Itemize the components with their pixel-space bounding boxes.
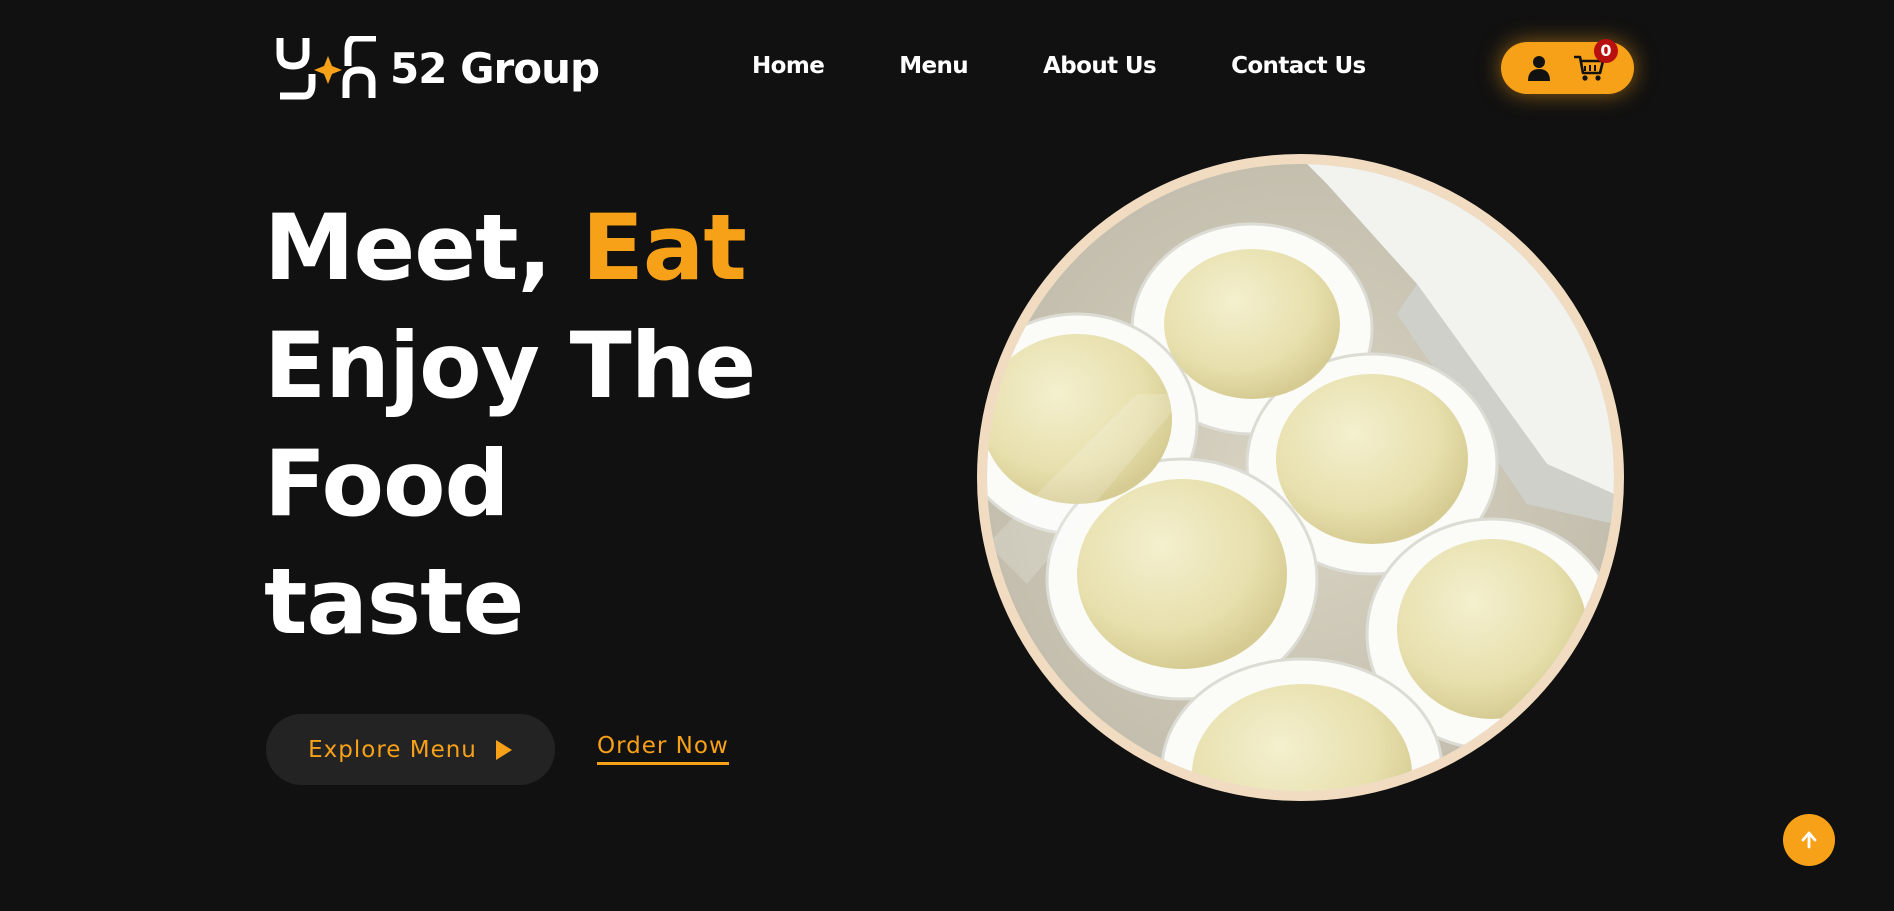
main-nav: Home Menu About Us Contact Us	[752, 53, 1366, 79]
logo[interactable]: 52 Group	[276, 36, 600, 100]
header-actions: 0	[1501, 39, 1634, 94]
play-icon	[495, 739, 512, 760]
hero-line-4: taste	[264, 550, 524, 655]
logo-mark-icon	[276, 36, 376, 100]
order-now-link[interactable]: Order Now	[597, 733, 729, 765]
nav-home[interactable]: Home	[752, 53, 825, 79]
user-icon[interactable]	[1525, 54, 1553, 82]
explore-menu-button[interactable]: Explore Menu	[266, 714, 555, 785]
page: 52 Group Home Menu About Us Contact Us 0…	[0, 0, 1894, 911]
arrow-up-icon	[1801, 831, 1817, 849]
hero-image	[977, 154, 1624, 801]
hero-title-part1: Meet,	[264, 196, 552, 301]
nav-contact-us[interactable]: Contact Us	[1231, 53, 1366, 79]
hero-line-2: Enjoy The	[264, 314, 756, 419]
explore-menu-label: Explore Menu	[308, 736, 477, 763]
scroll-top-button[interactable]	[1783, 814, 1835, 866]
hero-title: Meet, Eat Enjoy The Food taste	[264, 190, 824, 662]
nav-menu[interactable]: Menu	[899, 53, 968, 79]
nav-about-us[interactable]: About Us	[1043, 53, 1157, 79]
hero-line-3: Food	[264, 432, 510, 537]
hero-line-1: Meet, Eat	[264, 190, 824, 308]
hero-title-highlight: Eat	[581, 196, 747, 301]
cart-count-badge: 0	[1594, 39, 1618, 63]
mochi-illustration	[987, 164, 1614, 791]
brand-name: 52 Group	[390, 43, 600, 93]
